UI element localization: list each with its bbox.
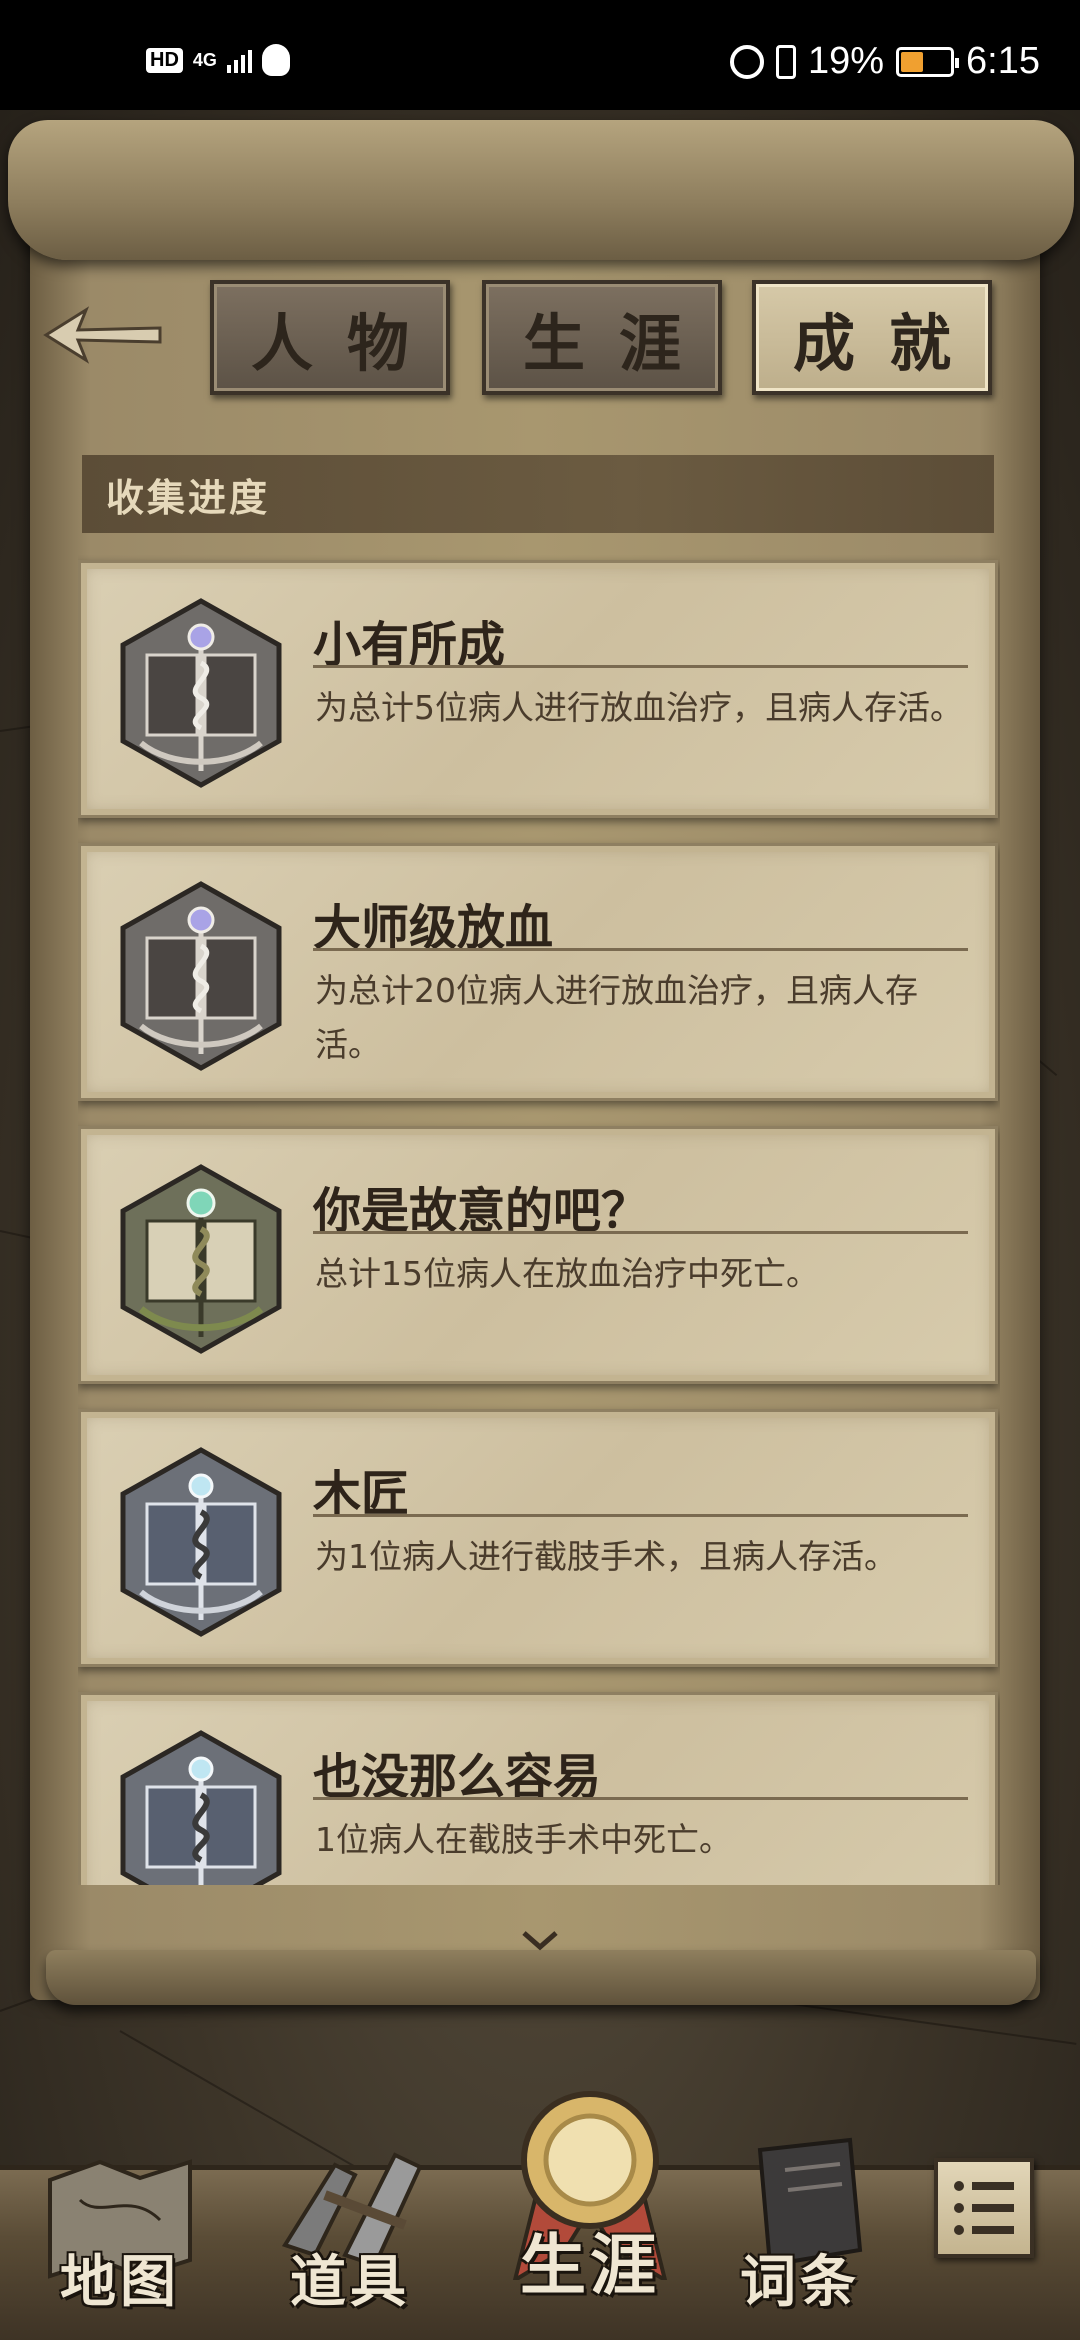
scroll-bottom-roll [46, 1950, 1036, 2005]
title-divider [313, 948, 968, 951]
menu-list-button[interactable] [934, 2158, 1034, 2258]
nav-tools-label: 道具 [290, 2249, 410, 2315]
battery-icon [896, 46, 960, 77]
battery-percent: 19% [807, 40, 885, 82]
nav-tools[interactable]: 道具 [250, 2090, 450, 2340]
achievement-description: 总计15位病人在放血治疗中死亡。 [315, 1254, 819, 1293]
title-divider [313, 1797, 968, 1800]
achievement-card[interactable]: 你是故意的吧？ 总计15位病人在放血治疗中死亡。 [78, 1126, 998, 1384]
status-bar: HD 4G 19% 6:15 [0, 0, 1080, 110]
alarm-icon [729, 44, 764, 79]
vibrate-icon [775, 44, 796, 79]
hd-badge: HD [146, 47, 183, 73]
back-button[interactable] [38, 300, 168, 370]
nav-career-label: 生涯 [520, 2226, 660, 2304]
clock: 6:15 [966, 40, 1040, 82]
tab-characters[interactable]: 人物 [210, 280, 450, 395]
achievement-list[interactable]: 小有所成 为总计5位病人进行放血治疗，且病人存活。 大师级放血 为总计20位病人… [78, 555, 1000, 1885]
bloodletting-badge-icon [120, 881, 282, 1071]
title-divider [313, 1514, 968, 1517]
list-icon [954, 2181, 1014, 2191]
bloodletting-badge-icon [120, 1164, 282, 1354]
back-arrow-icon [43, 306, 162, 364]
title-divider [313, 1231, 968, 1234]
nav-glossary-label: 词条 [740, 2249, 860, 2315]
amputation-badge-icon [120, 1730, 282, 1885]
achievement-description: 为总计5位病人进行放血治疗，且病人存活。 [315, 688, 963, 727]
achievement-card[interactable]: 木匠 为1位病人进行截肢手术，且病人存活。 [78, 1409, 998, 1667]
tab-career[interactable]: 生涯 [482, 280, 722, 395]
nav-map-label: 地图 [60, 2249, 180, 2315]
achievement-card[interactable]: 也没那么容易 1位病人在截肢手术中死亡。 [78, 1692, 998, 1885]
achievement-description: 为总计20位病人进行放血治疗，且病人存活。 [315, 971, 918, 1064]
bloodletting-badge-icon [120, 598, 282, 788]
achievement-card[interactable]: 小有所成 为总计5位病人进行放血治疗，且病人存活。 [78, 560, 998, 818]
nav-career[interactable]: 生涯 [490, 2080, 690, 2330]
achievement-card[interactable]: 大师级放血 为总计20位病人进行放血治疗，且病人存活。 [78, 843, 998, 1101]
nav-glossary[interactable]: 词条 [700, 2090, 900, 2340]
scroll-top-roll [8, 120, 1074, 260]
amputation-badge-icon [120, 1447, 282, 1637]
signal-icon [226, 47, 252, 73]
title-divider [313, 665, 968, 668]
qq-icon [261, 44, 290, 76]
network-type: 4G [192, 50, 217, 70]
achievement-description: 为1位病人进行截肢手术，且病人存活。 [315, 1537, 897, 1576]
tab-achievements[interactable]: 成就 [752, 280, 992, 395]
nav-map[interactable]: 地图 [20, 2090, 220, 2340]
section-title: 收集进度 [82, 455, 994, 533]
chevron-down-icon[interactable] [518, 1925, 562, 1955]
achievement-description: 1位病人在截肢手术中死亡。 [315, 1820, 732, 1859]
